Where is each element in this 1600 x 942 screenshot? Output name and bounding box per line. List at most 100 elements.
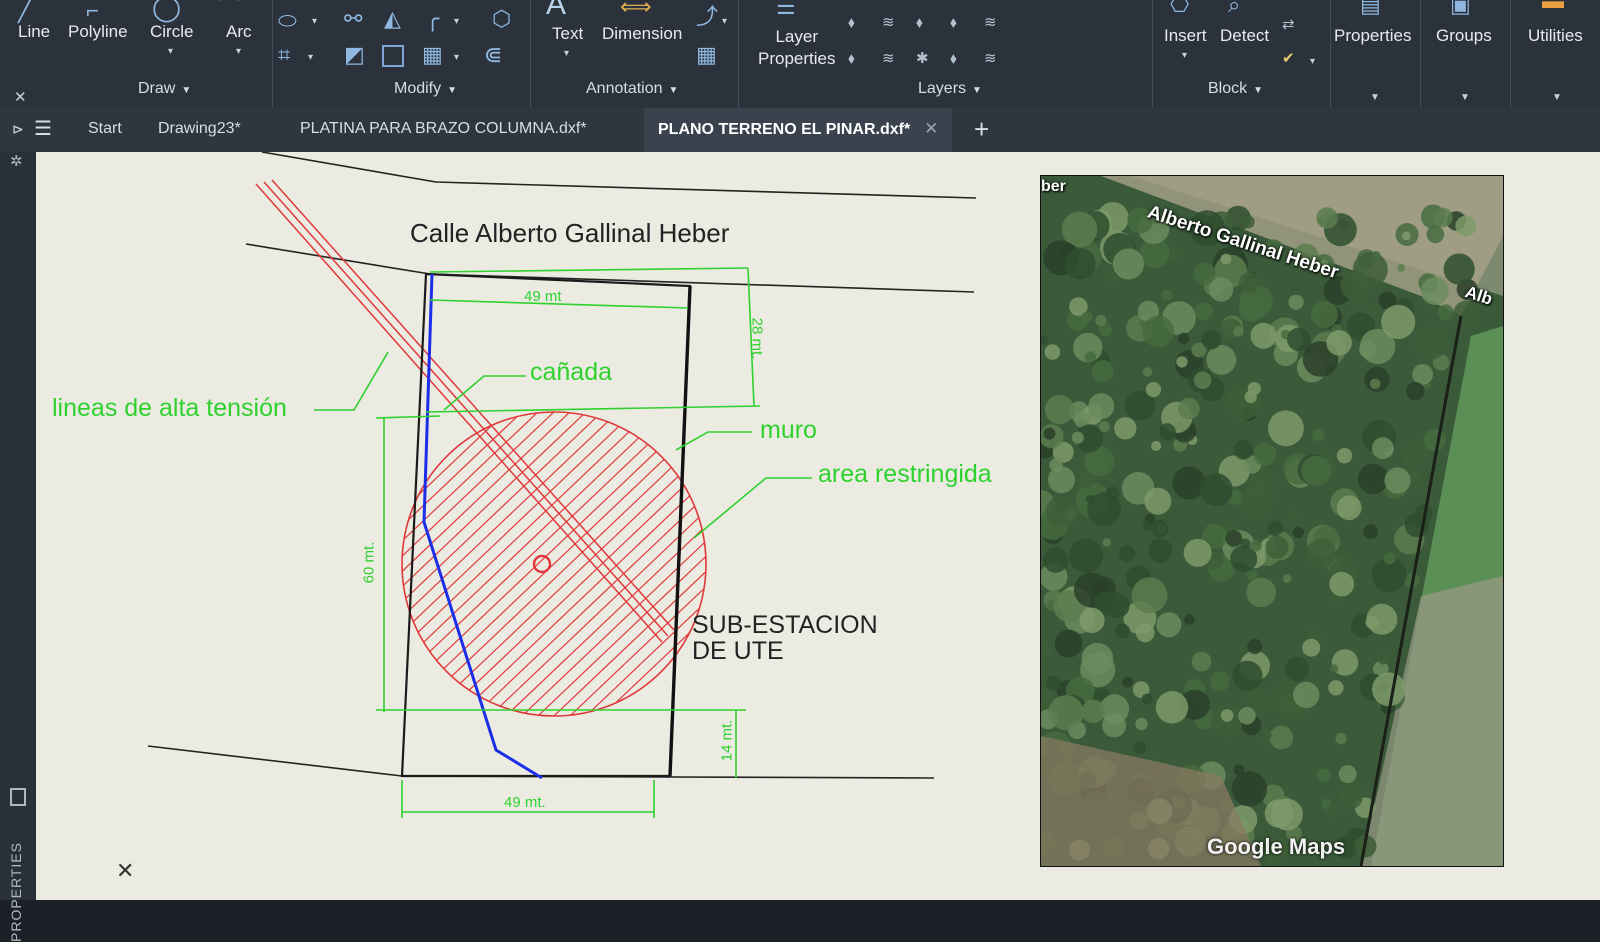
line-icon[interactable]: ╱ (18, 0, 31, 22)
array-dropdown-icon[interactable]: ▾ (454, 52, 459, 63)
arc-dropdown-icon[interactable]: ▾ (236, 46, 241, 57)
polyline-icon[interactable]: ⌐ (86, 0, 99, 22)
vegetation-blob (1244, 390, 1257, 404)
close-icon[interactable]: ✕ (924, 119, 938, 138)
block-panel-title[interactable]: Block ▼ (1208, 80, 1263, 98)
mirror-icon[interactable]: ◭ (384, 8, 401, 30)
layer-unlock-icon[interactable]: ⬧ (950, 48, 957, 70)
layer-tool-icon[interactable]: ⬧ (848, 48, 855, 70)
block-attribute-icon[interactable]: ✔ (1282, 48, 1295, 70)
arc-button[interactable]: Arc (226, 22, 252, 42)
layer-properties-button[interactable]: Layer Properties (758, 26, 835, 70)
trim-dropdown-icon[interactable]: ▾ (308, 52, 313, 63)
properties-icon[interactable]: ▤ (1360, 0, 1381, 16)
groups-panel: ▣ Groups ▼ (1422, 0, 1510, 108)
properties-palette-label[interactable]: PROPERTIES (8, 842, 24, 942)
satellite-map-image[interactable]: Alberto Gallinal Heber ber Alb Google Ma… (1040, 175, 1504, 867)
palette-icon[interactable] (10, 788, 26, 806)
leader-icon[interactable]: ⤴ (696, 6, 718, 28)
vegetation-blob (1426, 225, 1445, 244)
chevron-down-icon: ▼ (972, 85, 982, 96)
tab-platina[interactable]: PLATINA PARA BRAZO COLUMNA.dxf* (300, 108, 587, 152)
tab-drawing23[interactable]: Drawing23* (158, 108, 241, 152)
circle-dropdown-icon[interactable]: ▾ (168, 46, 173, 57)
layer-tool-icon[interactable]: ✱ (916, 48, 929, 70)
restricted-area-center-marker[interactable] (532, 554, 552, 574)
tab-start[interactable]: Start (88, 108, 122, 152)
groups-icon[interactable]: ▣ (1450, 0, 1471, 16)
properties-button[interactable]: Properties (1334, 26, 1411, 46)
scale-icon[interactable] (382, 45, 404, 67)
wall-line[interactable] (668, 285, 692, 777)
modify-panel-title[interactable]: Modify ▼ (394, 80, 457, 98)
fillet-icon[interactable]: ╭ (426, 8, 439, 30)
move-dropdown-icon[interactable]: ▾ (312, 16, 317, 27)
layer-tool-icon[interactable]: ⬧ (916, 12, 923, 34)
add-tab-icon[interactable]: + (974, 108, 989, 152)
block-panel-title-label: Block (1208, 80, 1248, 97)
insert-dropdown-icon[interactable]: ▾ (1182, 50, 1187, 61)
utilities-button[interactable]: Utilities (1528, 26, 1583, 46)
annotation-panel-title[interactable]: Annotation ▼ (586, 80, 678, 98)
vegetation-blob (1326, 330, 1352, 356)
hatch-line (402, 412, 706, 716)
groups-button[interactable]: Groups (1436, 26, 1492, 46)
fillet-dropdown-icon[interactable]: ▾ (454, 16, 459, 27)
close-icon[interactable]: ✕ (14, 88, 27, 106)
insert-button[interactable]: Insert (1164, 26, 1207, 46)
text-button[interactable]: Text (552, 24, 583, 44)
properties-panel-dropdown-icon[interactable]: ▼ (1370, 92, 1380, 103)
vegetation-blob (1088, 393, 1115, 420)
line-button[interactable]: Line (18, 22, 50, 42)
layers-panel-title[interactable]: Layers ▼ (918, 80, 982, 98)
arc-icon[interactable]: ⌒ (218, 0, 240, 18)
vegetation-blob (1194, 302, 1213, 321)
circle-icon[interactable]: ◯ (152, 0, 181, 20)
copy-icon[interactable]: ⚯ (344, 8, 362, 30)
block-attribute-dropdown-icon[interactable]: ▾ (1310, 56, 1315, 67)
stretch-icon[interactable]: ◩ (344, 44, 365, 66)
annotation-panel-title-label: Annotation (586, 80, 663, 97)
layer-properties-icon[interactable]: ☰ (776, 0, 796, 18)
ribbon-separator (738, 0, 739, 108)
vegetation-blob (1114, 623, 1131, 639)
leader-dropdown-icon[interactable]: ▾ (722, 16, 727, 27)
text-icon[interactable]: A (546, 0, 566, 20)
layer-tool-icon[interactable]: ⬧ (848, 12, 855, 34)
text-dropdown-icon[interactable]: ▾ (564, 48, 569, 59)
table-icon[interactable]: ▦ (696, 44, 717, 66)
layer-tool-icon[interactable]: ≋ (882, 12, 895, 34)
tab-plano-terreno[interactable]: PLANO TERRENO EL PINAR.dxf* ✕ (644, 108, 953, 152)
layer-tool-icon[interactable]: ≋ (984, 48, 997, 70)
insert-icon[interactable]: ⎔ (1170, 0, 1189, 16)
lot-outline[interactable] (400, 272, 692, 778)
vegetation-blob (1209, 277, 1234, 302)
properties-palette-strip[interactable]: ✲ PROPERTIES (0, 152, 36, 942)
move-icon[interactable]: ⬭ (278, 10, 297, 32)
trim-icon[interactable]: ⌗ (278, 44, 290, 66)
groups-panel-dropdown-icon[interactable]: ▼ (1460, 92, 1470, 103)
block-edit-icon[interactable]: ⇄ (1282, 14, 1295, 36)
vegetation-blob (1220, 709, 1234, 722)
dimension-icon[interactable]: ⟺ (620, 0, 652, 18)
explode-icon[interactable]: ⬡ (492, 8, 511, 30)
array-icon[interactable]: ▦ (422, 44, 443, 66)
polyline-button[interactable]: Polyline (68, 22, 128, 42)
layer-lock-icon[interactable]: ⬧ (950, 12, 957, 34)
draw-panel-title[interactable]: Draw ▼ (138, 80, 191, 98)
stream-line[interactable] (422, 273, 543, 780)
circle-button[interactable]: Circle (150, 22, 193, 42)
tab-menu-icon[interactable]: ⊳ (12, 108, 24, 152)
detect-button[interactable]: Detect (1220, 26, 1269, 46)
layer-tool-icon[interactable]: ≋ (984, 12, 997, 34)
offset-icon[interactable]: ⋐ (484, 44, 502, 66)
palette-settings-icon[interactable]: ✲ (10, 152, 23, 170)
detect-icon[interactable]: ⌕ (1228, 0, 1240, 16)
dimension-button[interactable]: Dimension (602, 24, 682, 44)
hamburger-menu-icon[interactable]: ☰ (34, 108, 52, 152)
utilities-icon[interactable]: ▬ (1542, 0, 1564, 12)
utilities-panel-dropdown-icon[interactable]: ▼ (1552, 92, 1562, 103)
restricted-area-label: area restringida (818, 460, 992, 488)
vegetation-blob (1232, 660, 1263, 691)
layer-tool-icon[interactable]: ≋ (882, 48, 895, 70)
